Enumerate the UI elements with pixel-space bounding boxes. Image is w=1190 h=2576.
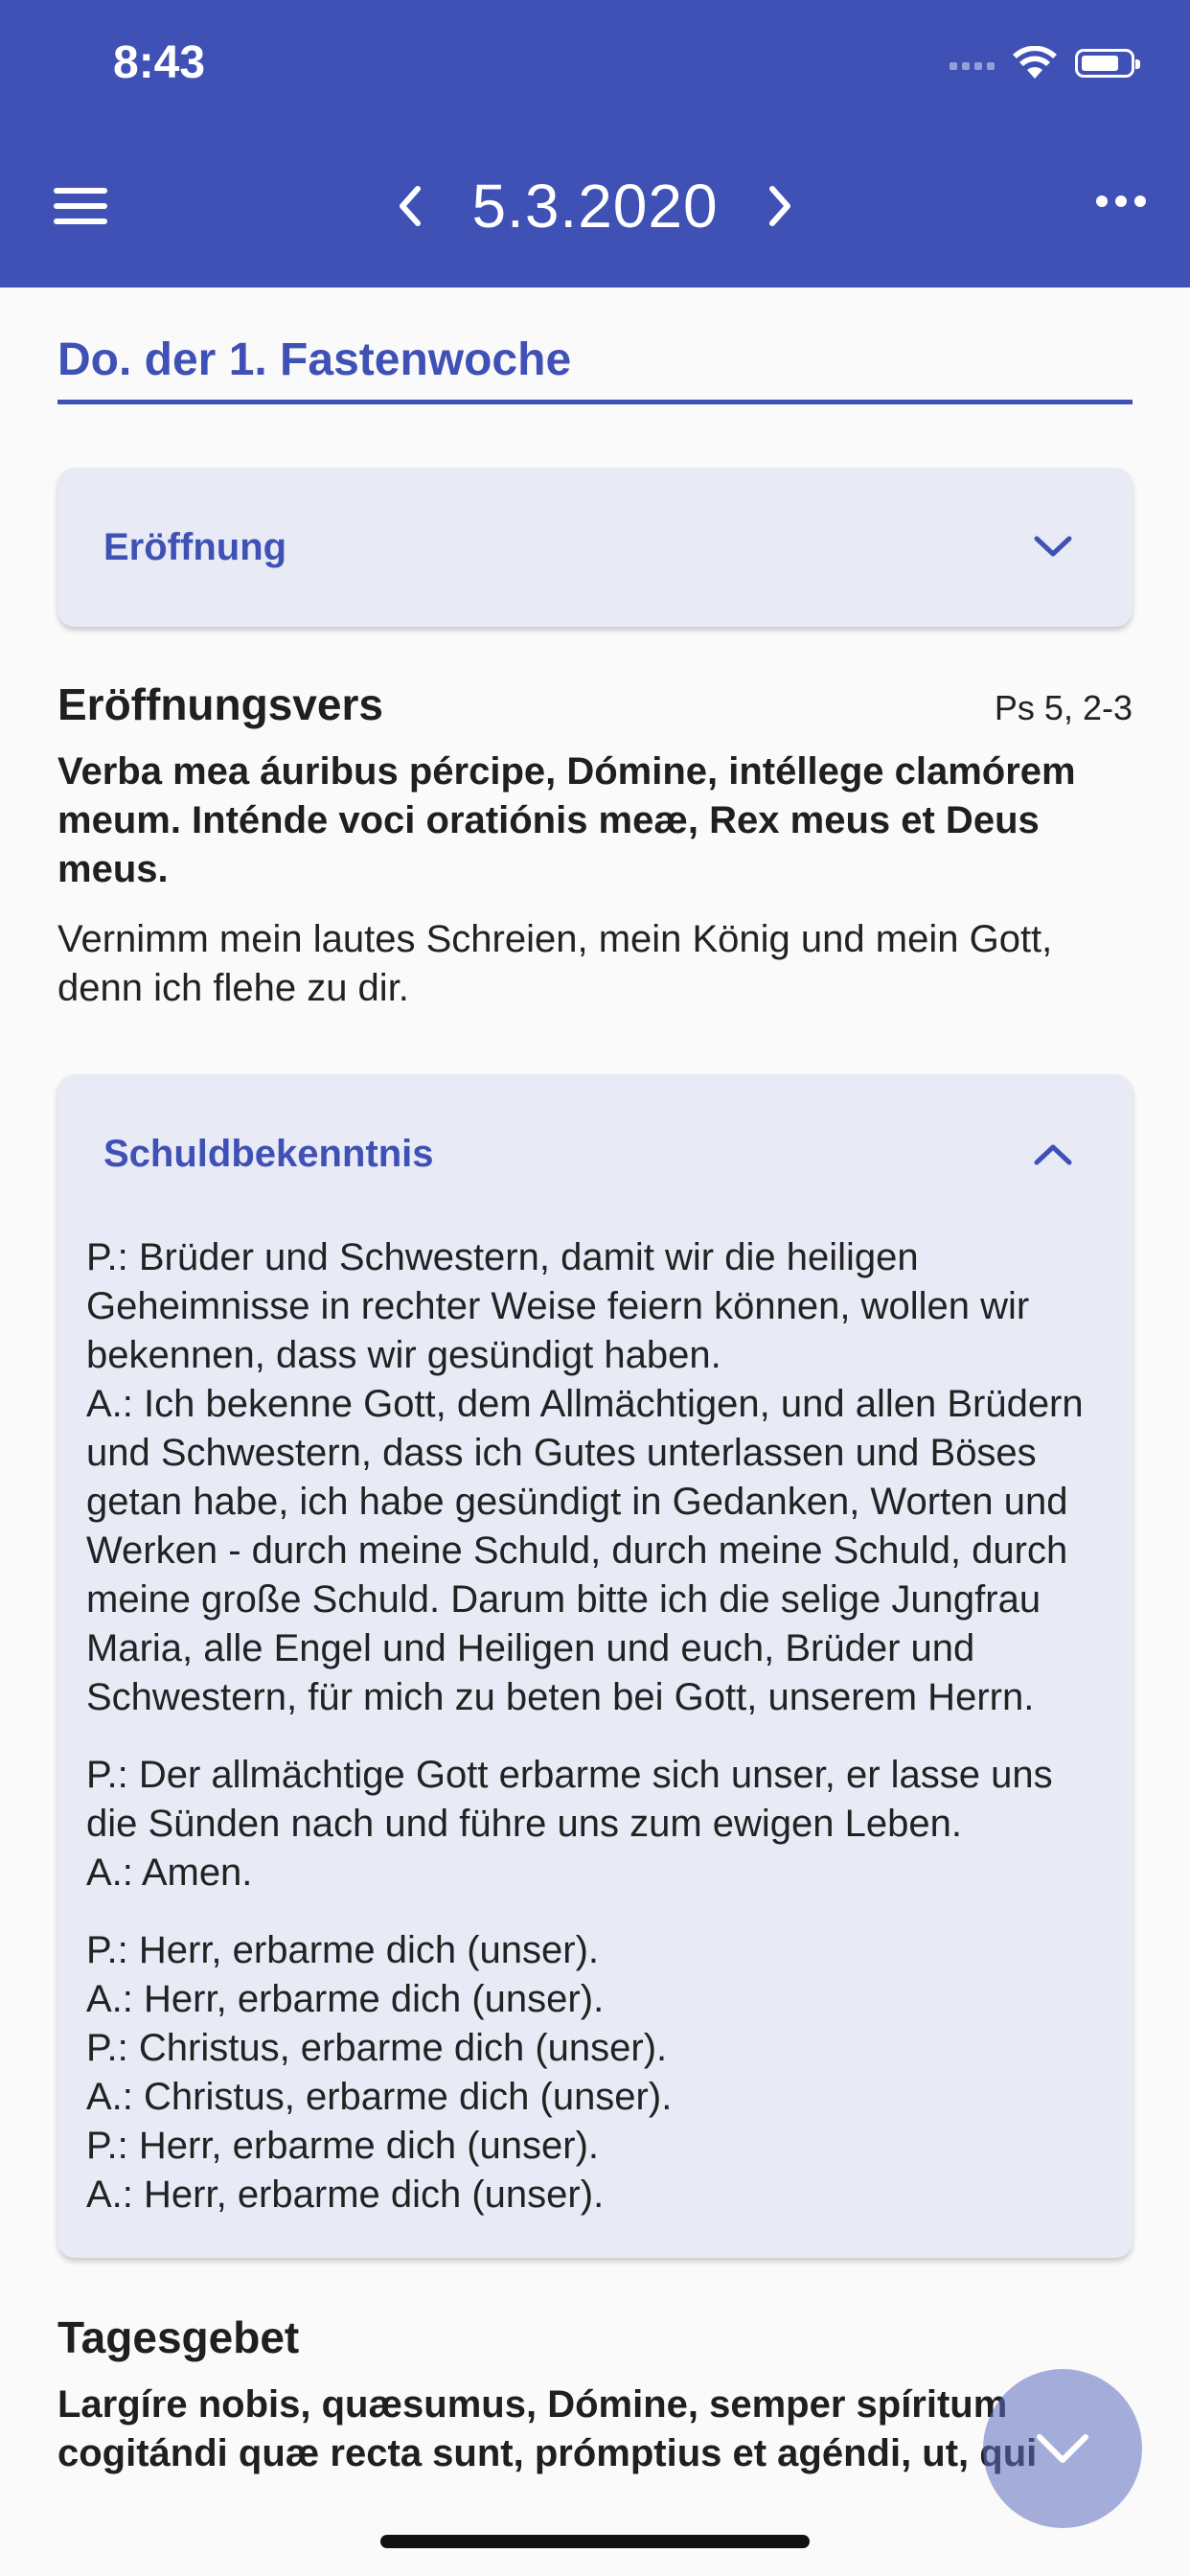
more-horizontal-icon <box>1096 196 1108 207</box>
wifi-icon <box>1013 46 1057 79</box>
scroll-down-button[interactable] <box>983 2369 1142 2528</box>
section-card-schuldbekenntnis: Schuldbekenntnis P.: Brüder und Schweste… <box>57 1074 1133 2258</box>
prayer-paragraph: P.: Herr, erbarme dich (unser). A.: Herr… <box>86 1929 673 2216</box>
chevron-down-icon <box>1034 536 1072 557</box>
section-title: Eröffnungsvers <box>57 679 383 729</box>
current-date[interactable]: 5.3.2020 <box>471 171 718 242</box>
latin-text: Largíre nobis, quæsumus, Dómine, semper … <box>57 2383 1038 2474</box>
section-card-eroeffnung: Eröffnung <box>57 468 1133 627</box>
more-options-button[interactable] <box>1096 196 1146 207</box>
main-content: Do. der 1. Fastenwoche Eröffnung Eröffnu… <box>57 288 1133 2478</box>
german-text: Vernimm mein lautes Schreien, mein König… <box>57 918 1053 1009</box>
status-time: 8:43 <box>113 37 206 88</box>
scripture-reference: Ps 5, 2-3 <box>994 688 1133 727</box>
tagesgebet-section: Tagesgebet Largíre nobis, quæsumus, Dómi… <box>57 2312 1133 2478</box>
chevron-up-icon <box>1034 1144 1072 1165</box>
status-icons <box>950 46 1140 80</box>
previous-day-button[interactable] <box>391 177 429 235</box>
app-bar: 8:43 5.3.2020 <box>0 0 1190 288</box>
chevron-down-icon <box>1037 2434 1088 2463</box>
date-navigator: 5.3.2020 <box>0 171 1190 242</box>
battery-icon <box>1075 49 1140 78</box>
eroeffnungsvers-section: Eröffnungsvers Ps 5, 2-3 Verba mea áurib… <box>57 678 1133 1013</box>
section-body: P.: Brüder und Schwestern, damit wir die… <box>57 1233 1133 2258</box>
section-toggle-schuldbekenntnis[interactable]: Schuldbekenntnis <box>57 1074 1133 1233</box>
section-title: Tagesgebet <box>57 2312 300 2362</box>
prayer-paragraph: P.: Der allmächtige Gott erbarme sich un… <box>86 1754 1053 1894</box>
section-toggle-eroeffnung[interactable]: Eröffnung <box>57 468 1133 627</box>
latin-text: Verba mea áuribus pércipe, Dómine, intél… <box>57 750 1076 890</box>
cellular-signal-icon <box>950 57 995 70</box>
home-indicator[interactable] <box>380 2535 810 2548</box>
page-title: Do. der 1. Fastenwoche <box>57 334 1133 404</box>
section-label: Schuldbekenntnis <box>103 1132 434 1175</box>
prayer-paragraph: P.: Brüder und Schwestern, damit wir die… <box>86 1236 1084 1718</box>
section-label: Eröffnung <box>103 525 287 568</box>
next-day-button[interactable] <box>761 177 799 235</box>
